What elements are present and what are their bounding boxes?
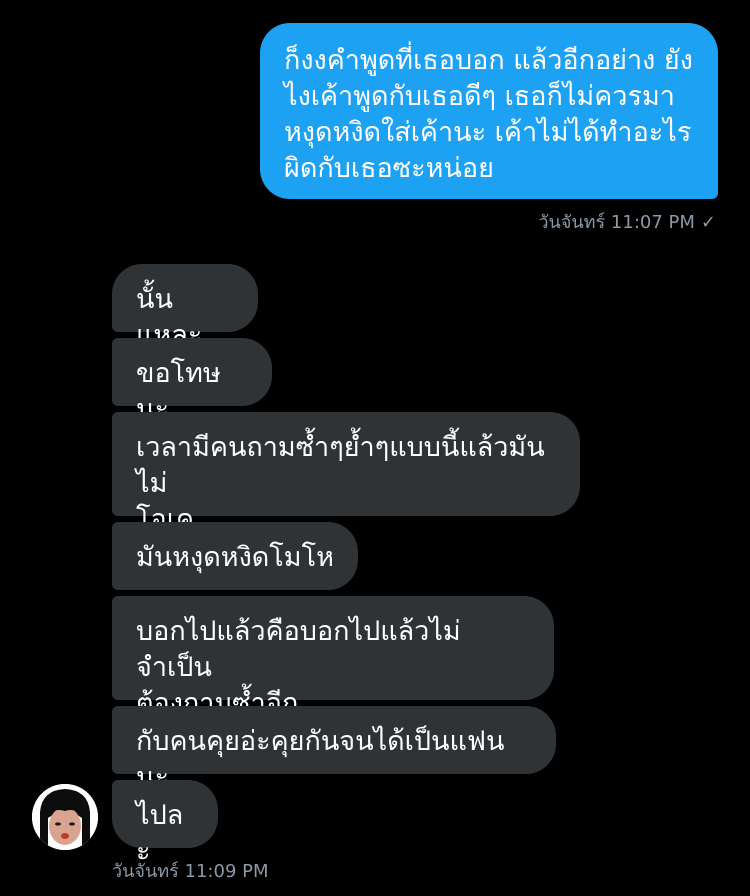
checkmark-icon: ✓ [700, 212, 716, 233]
message-bubble-incoming[interactable]: กับคนคุยอ่ะคุยกันจนได้เป็นแฟนนะ [112, 706, 556, 793]
message-bubble-outgoing[interactable]: ก็งงคำพูดที่เธอบอก แล้วอีกอย่าง ยัง ไงเค… [260, 23, 718, 199]
message-bubble-incoming[interactable]: ไปละ [112, 780, 218, 867]
message-bubble-incoming[interactable]: เวลามีคนถามซ้ำๆย้ำๆแบบนี้แล้วมันไม่ โอเค [112, 412, 580, 535]
message-timestamp-incoming: วันจันทร์ 11:09 PM [112, 861, 269, 882]
message-bubble-incoming[interactable]: นั้นแหละ [112, 264, 258, 351]
message-bubble-incoming[interactable]: มันหงุดหงิดโมโห [112, 522, 358, 590]
message-bubble-incoming[interactable]: ขอโทษนะ [112, 338, 272, 425]
dm-conversation: ก็งงคำพูดที่เธอบอก แล้วอีกอย่าง ยัง ไงเค… [0, 0, 750, 896]
message-bubble-incoming[interactable]: บอกไปแล้วคือบอกไปแล้วไม่จำเป็น ต้องถามซ้… [112, 596, 554, 719]
avatar-icon[interactable] [32, 784, 98, 850]
avatar-illustration [32, 784, 98, 850]
message-timestamp-outgoing: วันจันทร์ 11:07 PM ✓ [538, 212, 716, 234]
timestamp-text: วันจันทร์ 11:07 PM [538, 212, 695, 233]
